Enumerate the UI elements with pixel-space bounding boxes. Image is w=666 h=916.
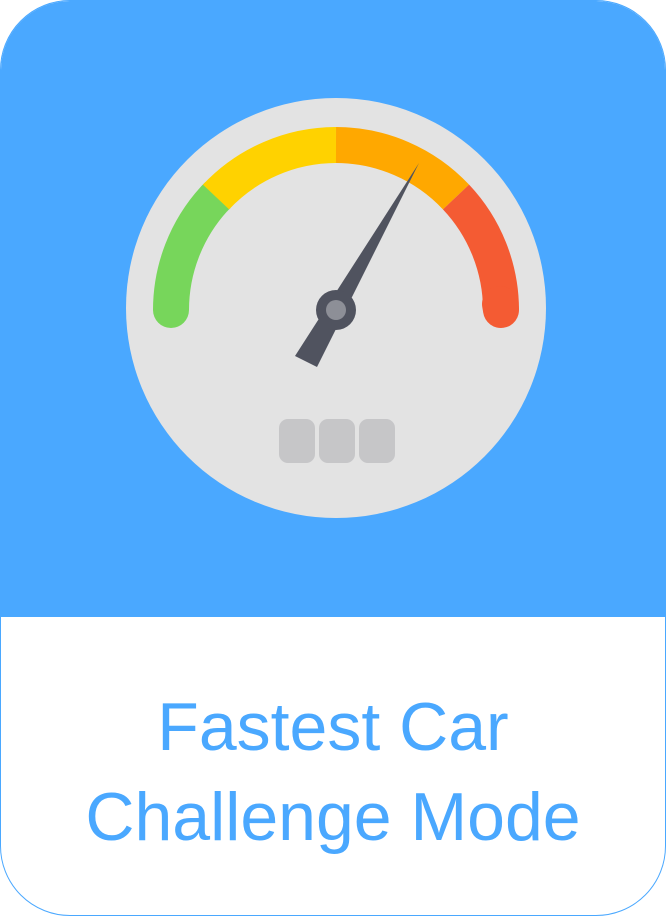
mode-title-line-2: Challenge Mode [85, 779, 581, 855]
odometer-block-1 [279, 419, 315, 463]
odometer-block-2 [319, 419, 355, 463]
speedometer-icon [126, 98, 546, 518]
mode-card-label: Fastest Car Challenge Mode [1, 617, 665, 915]
mode-title-line-1: Fastest Car [157, 689, 509, 765]
mode-card-hero [1, 1, 665, 617]
needle-hub-cap [326, 300, 346, 320]
dial-zone-red-cap [482, 286, 519, 328]
odometer-block-3 [359, 419, 395, 463]
mode-card-fastest-car-challenge[interactable]: Fastest Car Challenge Mode [0, 0, 666, 916]
